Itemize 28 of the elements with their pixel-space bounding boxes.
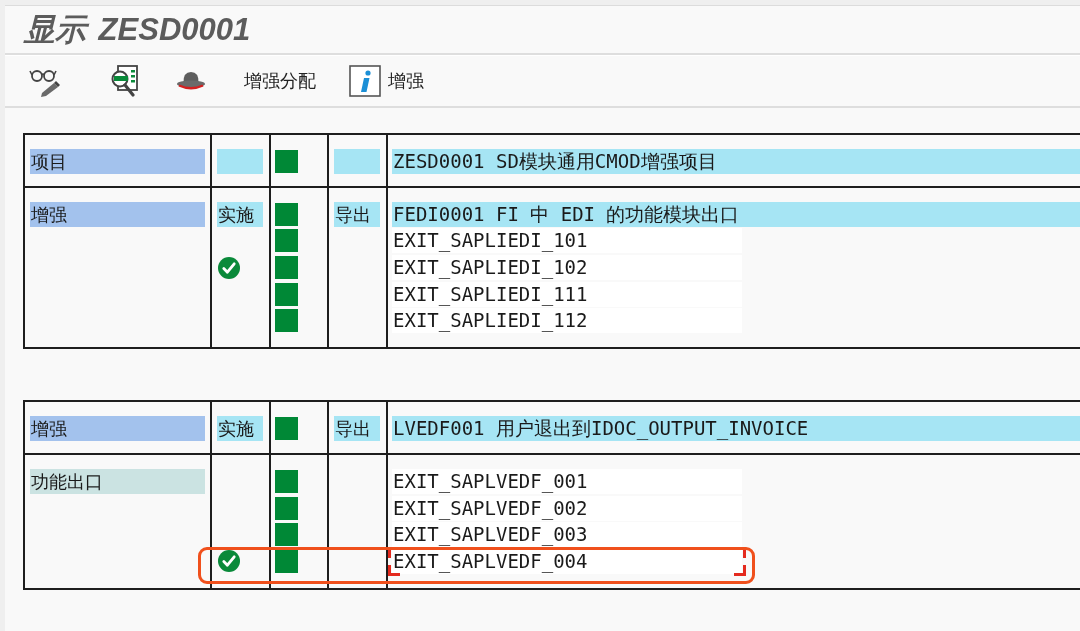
hat-button[interactable] (175, 71, 207, 91)
export-label: 导出 (334, 416, 380, 442)
info-button[interactable]: 增强 (349, 64, 424, 98)
enhancement-title: LVEDF001 用户退出到IDOC_OUTPUT_INVOICE (392, 416, 1080, 442)
hat-icon (175, 71, 207, 91)
function-exit-name[interactable]: EXIT_SAPLVEDF_003 (392, 522, 742, 548)
implementation-label: 实施 (217, 416, 263, 442)
section-label: 增强 (30, 201, 205, 227)
assignment-button[interactable]: 增强分配 (244, 64, 316, 98)
function-exit-name[interactable]: EXIT_SAPLIEDI_111 (392, 281, 742, 307)
section-label: 功能出口 (30, 468, 205, 494)
function-exit-name[interactable]: EXIT_SAPLIEDI_112 (392, 308, 742, 334)
blank-cell (217, 149, 263, 174)
export-label: 导出 (334, 201, 380, 227)
section-label: 项目 (30, 149, 205, 174)
function-exit-name[interactable]: EXIT_SAPLIEDI_101 (392, 228, 742, 254)
blank-cell (334, 149, 380, 174)
document-search-button[interactable] (109, 65, 139, 97)
info-icon (349, 65, 381, 97)
section-label: 增强 (30, 416, 205, 442)
window-title: 显示 ZESD0001 (24, 10, 251, 49)
enhancement-title: FEDI0001 FI 中 EDI 的功能模块出口 (392, 201, 1080, 227)
function-exit-name[interactable]: EXIT_SAPLVEDF_001 (392, 468, 742, 494)
enhancement-title: ZESD0001 SD模块通用CMOD增强项目 (392, 149, 1080, 174)
function-exit-name[interactable]: EXIT_SAPLVEDF_002 (392, 495, 742, 521)
implementation-label: 实施 (217, 201, 263, 227)
function-exit-name[interactable]: EXIT_SAPLIEDI_102 (392, 255, 742, 281)
document-search-icon (109, 65, 139, 97)
